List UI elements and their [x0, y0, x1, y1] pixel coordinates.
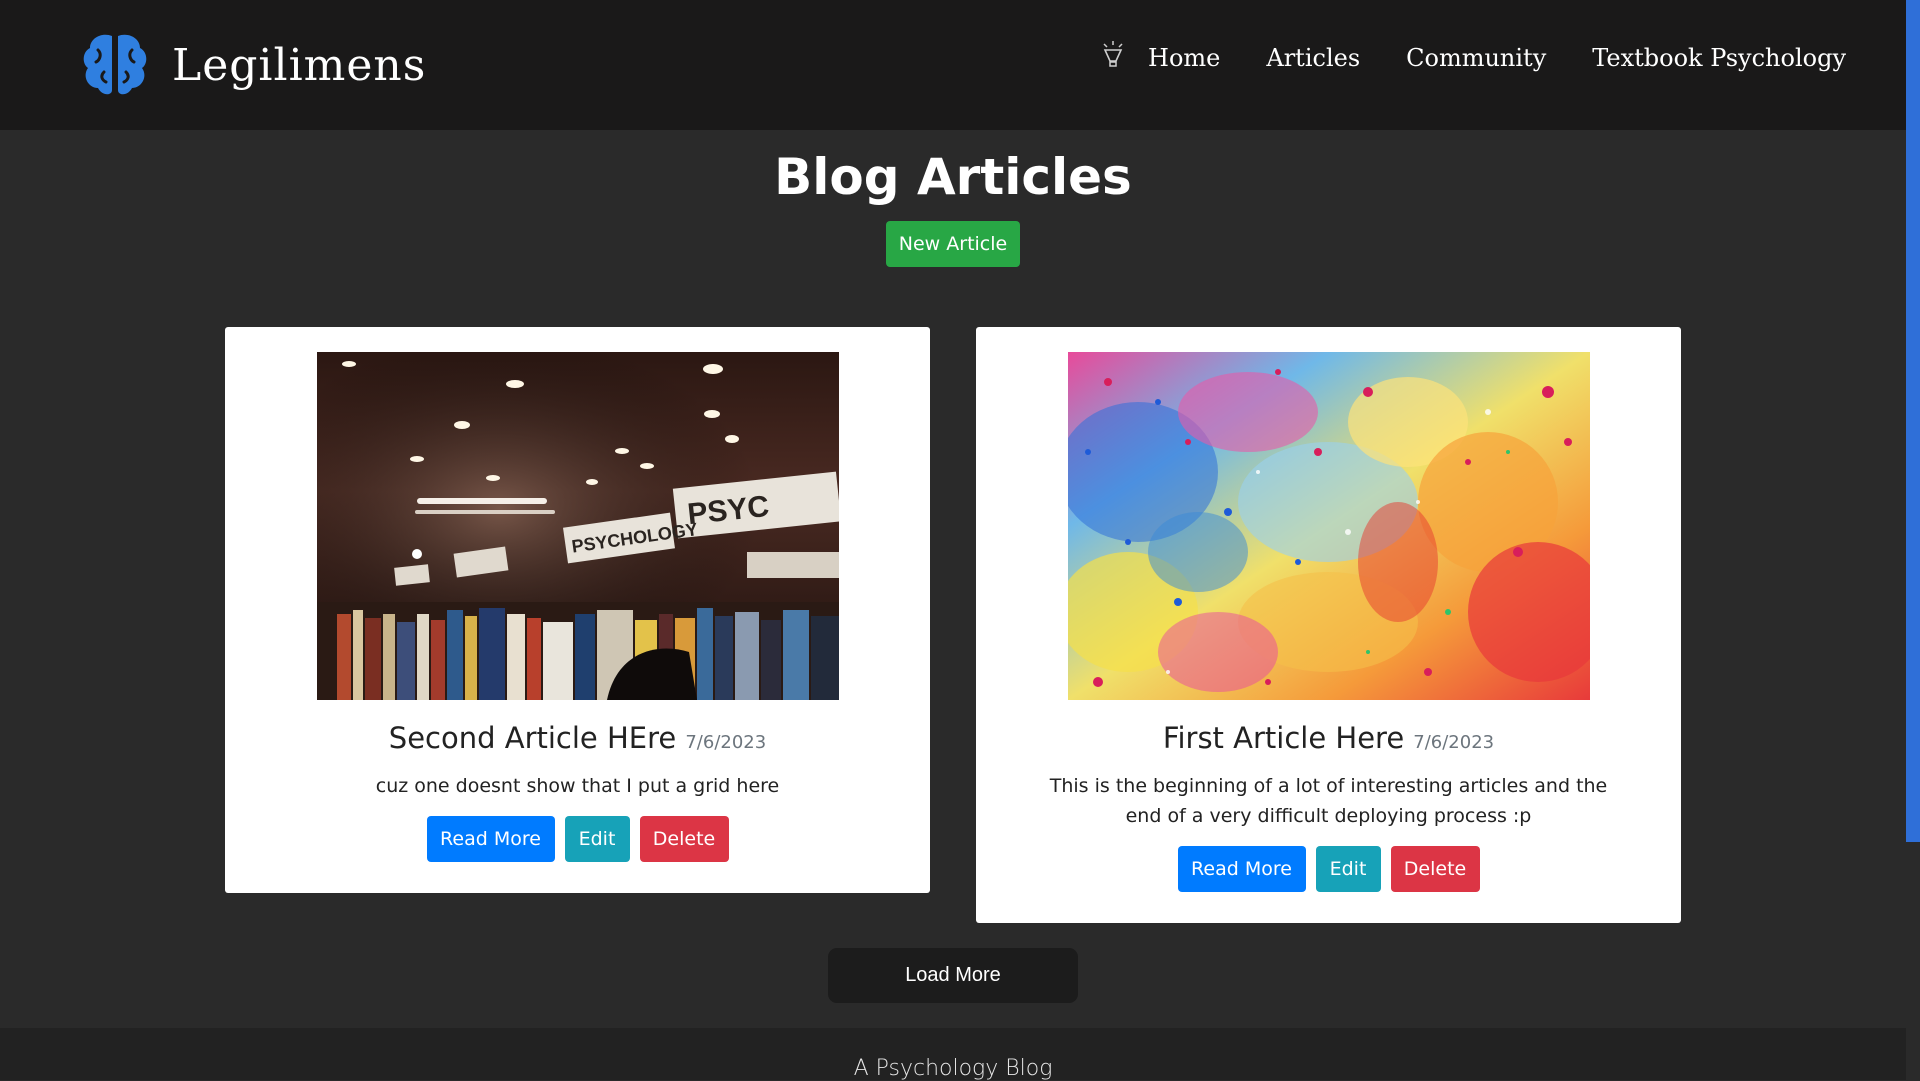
new-article-button[interactable]: New Article: [886, 221, 1020, 267]
footer-text: A Psychology Blog: [853, 1056, 1053, 1081]
edit-button[interactable]: Edit: [1315, 846, 1381, 892]
brand[interactable]: Legilimens: [78, 28, 426, 102]
scrollbar[interactable]: [1906, 0, 1920, 1080]
article-image: PSYC PSYCHOLOGY: [317, 352, 839, 700]
page-title: Blog Articles: [774, 148, 1132, 206]
article-card: First Article Here 7/6/2023 This is the …: [976, 327, 1681, 923]
article-date: 7/6/2023: [685, 732, 767, 753]
read-more-button[interactable]: Read More: [426, 816, 555, 862]
load-more-button[interactable]: Load More: [828, 948, 1078, 1003]
scrollbar-thumb[interactable]: [1906, 0, 1920, 842]
brain-icon: [83, 34, 147, 95]
edit-button[interactable]: Edit: [564, 816, 630, 862]
article-title[interactable]: Second Article HEre: [389, 721, 676, 755]
nav-links: Home Articles Community Textbook Psychol…: [1100, 41, 1846, 72]
navbar: Legilimens Home Articles Community Textb…: [0, 0, 1906, 130]
brand-name: Legilimens: [172, 39, 427, 91]
article-title-row: Second Article HEre 7/6/2023: [225, 721, 930, 755]
article-card: PSYC PSYCHOLOGY Second Article HEre 7/6/…: [225, 327, 930, 893]
footer: A Psychology Blog: [0, 1028, 1906, 1081]
article-excerpt: This is the beginning of a lot of intere…: [1049, 775, 1608, 827]
nav-link-home[interactable]: Home: [1148, 44, 1220, 72]
delete-button[interactable]: Delete: [639, 816, 729, 862]
read-more-button[interactable]: Read More: [1177, 846, 1306, 892]
article-title-row: First Article Here 7/6/2023: [976, 721, 1681, 755]
article-actions: Read More Edit Delete: [976, 846, 1681, 892]
delete-button[interactable]: Delete: [1390, 846, 1480, 892]
article-image: [1068, 352, 1590, 700]
bookstore-photo: PSYC PSYCHOLOGY: [317, 352, 839, 700]
nav-link-articles[interactable]: Articles: [1266, 44, 1360, 72]
article-excerpt: cuz one doesnt show that I put a grid he…: [375, 775, 780, 797]
article-actions: Read More Edit Delete: [225, 816, 930, 862]
article-date: 7/6/2023: [1413, 732, 1495, 753]
article-title[interactable]: First Article Here: [1163, 721, 1404, 755]
paint-splatter-image: [1068, 352, 1590, 700]
lightbulb-icon[interactable]: [1100, 40, 1126, 70]
nav-link-textbook-psychology[interactable]: Textbook Psychology: [1592, 44, 1846, 72]
nav-link-community[interactable]: Community: [1406, 44, 1546, 72]
